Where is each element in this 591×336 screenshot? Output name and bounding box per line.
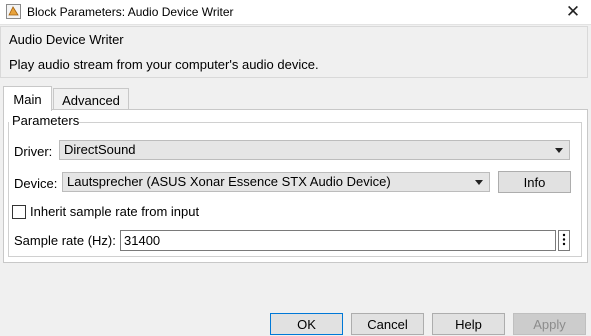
sample-rate-label: Sample rate (Hz): — [14, 233, 116, 248]
parameters-group-label: Parameters — [12, 113, 80, 128]
inherit-sample-rate-checkbox[interactable] — [12, 205, 26, 219]
close-icon: ✕ — [565, 2, 581, 21]
block-description-panel: Audio Device Writer Play audio stream fr… — [0, 26, 588, 78]
tab-advanced-label: Advanced — [62, 92, 120, 108]
inherit-sample-rate-label: Inherit sample rate from input — [30, 204, 200, 219]
tab-advanced[interactable]: Advanced — [53, 88, 129, 111]
cancel-button-label: Cancel — [367, 316, 408, 332]
ok-button-label: OK — [297, 316, 316, 332]
driver-value: DirectSound — [64, 142, 136, 157]
sample-rate-input[interactable]: 31400 — [120, 230, 556, 251]
help-button-label: Help — [455, 316, 482, 332]
ok-button[interactable]: OK — [270, 313, 343, 335]
close-button[interactable]: ✕ — [555, 0, 591, 24]
info-button-label: Info — [523, 174, 546, 190]
device-label: Device: — [14, 176, 58, 191]
apply-button-label: Apply — [533, 316, 566, 332]
parameter-options-button[interactable] — [558, 230, 570, 251]
block-description: Play audio stream from your computer's a… — [9, 57, 319, 72]
window-title: Block Parameters: Audio Device Writer — [27, 5, 234, 19]
tab-main[interactable]: Main — [3, 86, 52, 111]
sample-rate-value: 31400 — [124, 233, 161, 248]
apply-button[interactable]: Apply — [513, 313, 586, 335]
help-button[interactable]: Help — [432, 313, 505, 335]
chevron-down-icon — [555, 148, 563, 153]
simulink-block-icon — [6, 4, 21, 19]
driver-dropdown[interactable]: DirectSound — [59, 140, 570, 160]
chevron-down-icon — [475, 180, 483, 185]
driver-label: Driver: — [14, 144, 53, 159]
tab-main-label: Main — [13, 91, 42, 107]
cancel-button[interactable]: Cancel — [351, 313, 424, 335]
title-bar: Block Parameters: Audio Device Writer ✕ — [0, 0, 591, 25]
block-name: Audio Device Writer — [9, 32, 124, 47]
info-button[interactable]: Info — [498, 171, 571, 193]
more-vertical-icon — [562, 233, 566, 249]
device-dropdown[interactable]: Lautsprecher (ASUS Xonar Essence STX Aud… — [62, 172, 490, 192]
device-value: Lautsprecher (ASUS Xonar Essence STX Aud… — [67, 174, 391, 189]
